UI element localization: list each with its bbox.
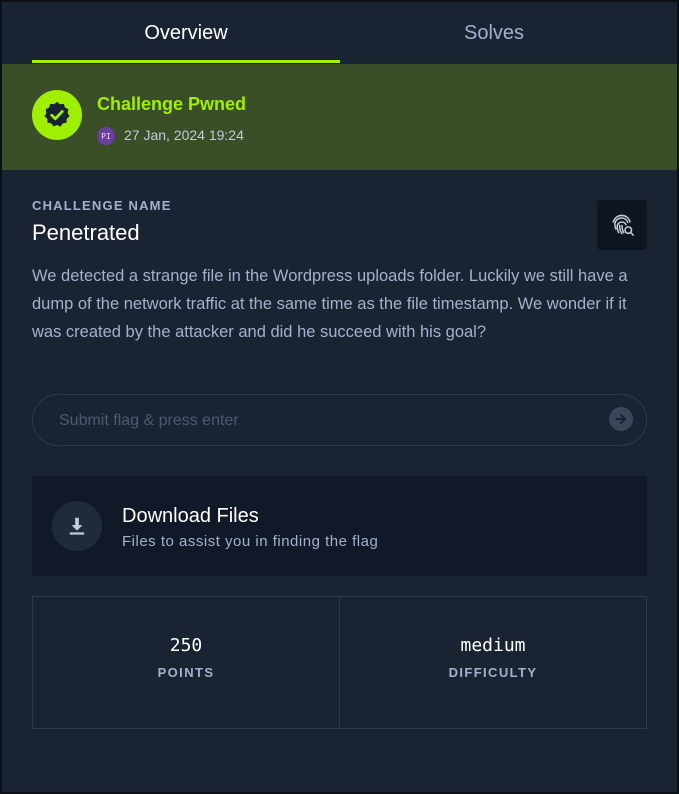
download-subtitle: Files to assist you in finding the flag <box>122 533 379 550</box>
download-files-button[interactable]: Download Files Files to assist you in fi… <box>32 476 647 576</box>
active-tab-indicator <box>32 60 340 63</box>
challenge-panel: Overview Solves Challenge Pwned PI 27 Ja… <box>0 0 679 794</box>
tab-overview[interactable]: Overview <box>32 2 340 64</box>
pwned-banner: Challenge Pwned PI 27 Jan, 2024 19:24 <box>2 64 677 170</box>
points-stat: 250 POINTS <box>33 597 340 728</box>
difficulty-value: medium <box>460 635 526 656</box>
download-title: Download Files <box>122 505 259 527</box>
arrow-right-circle-icon <box>615 414 626 424</box>
challenge-stats: 250 POINTS medium DIFFICULTY <box>32 596 647 729</box>
download-icon <box>52 501 102 551</box>
difficulty-stat: medium DIFFICULTY <box>340 597 646 728</box>
challenge-name: Penetrated <box>32 220 140 245</box>
flag-field <box>32 394 647 446</box>
verified-badge-icon <box>32 90 82 140</box>
pwned-title: Challenge Pwned <box>97 94 247 114</box>
avatar[interactable]: PI <box>97 127 115 145</box>
fingerprint-search-icon <box>612 214 634 236</box>
tab-solves[interactable]: Solves <box>340 2 648 64</box>
challenge-description: We detected a strange file in the Wordpr… <box>32 267 628 341</box>
pwned-timestamp: 27 Jan, 2024 19:24 <box>124 127 244 143</box>
challenge-name-label: CHALLENGE NAME <box>32 198 172 213</box>
points-value: 250 <box>169 635 203 656</box>
fingerprint-search-button[interactable] <box>597 200 647 250</box>
submit-flag-button[interactable] <box>609 407 633 431</box>
flag-input[interactable] <box>57 408 601 434</box>
points-label: POINTS <box>157 665 215 680</box>
tab-bar: Overview Solves <box>2 2 677 64</box>
difficulty-label: DIFFICULTY <box>448 665 538 680</box>
